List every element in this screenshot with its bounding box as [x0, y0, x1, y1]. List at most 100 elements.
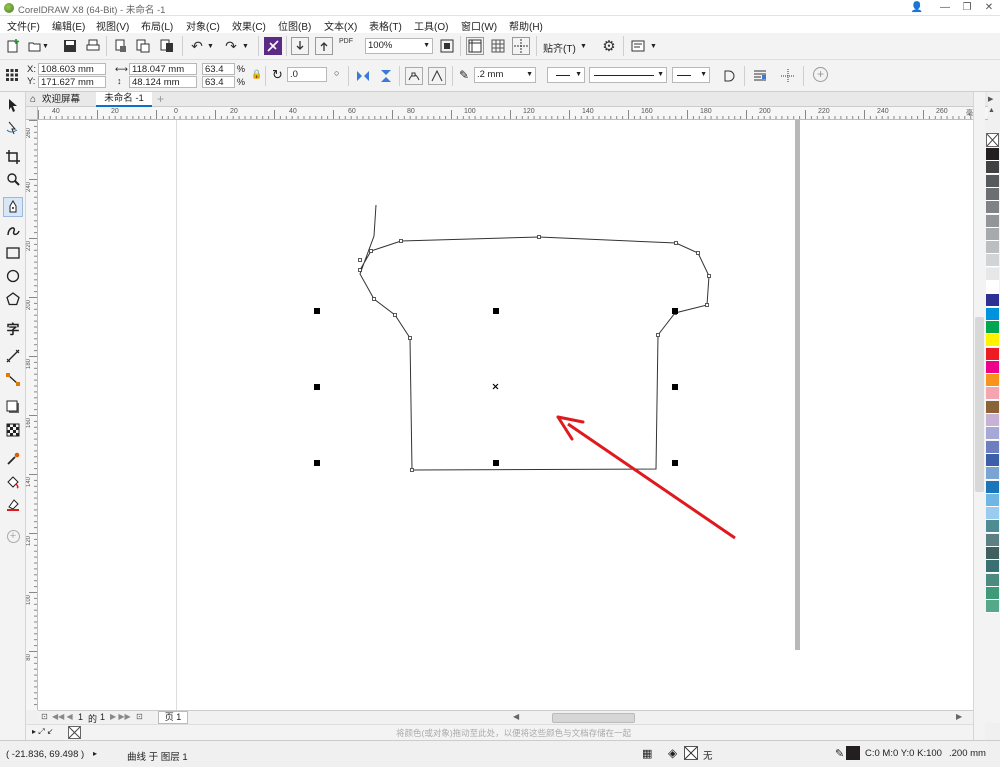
color-swatch[interactable]: [986, 533, 999, 547]
close-curve-icon[interactable]: [720, 67, 738, 85]
undo-dropdown-icon[interactable]: ▼: [207, 43, 214, 50]
start-arrowhead-selector[interactable]: ▼: [547, 67, 585, 83]
color-swatch[interactable]: [986, 467, 999, 481]
tab-welcome-screen[interactable]: ⌂ 欢迎屏幕: [28, 93, 94, 106]
crop-tool-icon[interactable]: [3, 147, 23, 167]
arrowhead-dropdown-icon[interactable]: ▼: [575, 69, 582, 80]
smart-fill-tool-icon[interactable]: [3, 495, 23, 515]
scale-x-field[interactable]: 63.4: [202, 63, 235, 75]
copy-icon[interactable]: [158, 37, 176, 55]
vertical-ruler[interactable]: 260 240 220 200 180 160 140 120 100 80: [26, 120, 38, 710]
palette-scroll-up-icon[interactable]: ▲: [988, 107, 995, 114]
snap-to-dropdown[interactable]: 贴齐(T): [543, 40, 576, 55]
add-tool-icon[interactable]: +: [3, 526, 23, 546]
open-dropdown-icon[interactable]: ▼: [42, 43, 49, 50]
curve-edit-icon[interactable]: [428, 67, 446, 85]
palette-menu-icon[interactable]: ▸ ⤢ ↙: [32, 727, 54, 737]
menu-file[interactable]: 文件(F): [7, 18, 40, 33]
account-icon[interactable]: 👤: [906, 0, 928, 16]
color-swatch[interactable]: [986, 507, 999, 521]
transparency-tool-icon[interactable]: [3, 420, 23, 440]
shape-tool-icon[interactable]: [3, 118, 23, 138]
fill-none-swatch-icon[interactable]: [684, 746, 698, 760]
add-document-tab-icon[interactable]: +: [157, 92, 169, 106]
scroll-right-icon[interactable]: ▶: [956, 712, 962, 721]
lock-ratio-icon[interactable]: 🔒: [251, 69, 262, 80]
menu-edit[interactable]: 编辑(E): [52, 18, 85, 33]
color-swatch[interactable]: [986, 414, 999, 427]
height-field[interactable]: 48.124 mm: [129, 76, 197, 88]
outline-color-swatch[interactable]: [846, 746, 860, 760]
menu-bitmaps[interactable]: 位图(B): [278, 18, 311, 33]
tab-document[interactable]: 未命名 -1: [96, 92, 152, 107]
menu-table[interactable]: 表格(T): [369, 18, 402, 33]
artistic-media-tool-icon[interactable]: [3, 220, 23, 240]
color-swatch[interactable]: [986, 294, 999, 308]
parallel-dimension-tool-icon[interactable]: [3, 346, 23, 366]
color-swatch[interactable]: [986, 560, 999, 574]
scale-y-field[interactable]: 63.4: [202, 76, 235, 88]
print-icon[interactable]: [84, 37, 102, 55]
color-swatch[interactable]: [986, 440, 999, 454]
horizontal-ruler[interactable]: 毫米 40 20 0 20 40 60 80 100 120 140 160 1…: [38, 107, 988, 120]
width-field[interactable]: 118.047 mm: [129, 63, 197, 75]
close-button[interactable]: ✕: [978, 0, 1000, 16]
freehand-tool-icon[interactable]: [3, 197, 23, 217]
color-swatch[interactable]: [986, 148, 999, 161]
color-swatch[interactable]: [986, 547, 999, 560]
eyedropper-tool-icon[interactable]: [3, 449, 23, 469]
menu-view[interactable]: 视图(V): [96, 18, 129, 33]
no-color-swatch-icon[interactable]: [986, 133, 999, 147]
color-swatch[interactable]: [986, 241, 999, 255]
end-arrowhead-selector[interactable]: ▼: [672, 67, 710, 83]
menu-layout[interactable]: 布局(L): [141, 18, 173, 33]
corel-connect-icon[interactable]: [264, 37, 282, 55]
rotation-field[interactable]: .0: [287, 67, 327, 82]
status-expand-icon[interactable]: ▸: [93, 749, 97, 758]
pick-tool-icon[interactable]: [3, 95, 23, 115]
add-tool-icon[interactable]: +: [813, 67, 828, 82]
drawing-canvas[interactable]: [38, 120, 973, 710]
rectangle-tool-icon[interactable]: [3, 243, 23, 263]
zoom-dropdown-icon[interactable]: ▼: [423, 39, 430, 53]
redo-icon[interactable]: ↷: [222, 37, 240, 55]
color-swatch[interactable]: [986, 427, 999, 441]
zoom-level-field[interactable]: 100% ▼: [365, 38, 433, 54]
color-swatch[interactable]: [986, 281, 999, 294]
palette-scroll-up-icon[interactable]: ▶: [988, 95, 993, 103]
quick-trace-icon[interactable]: [779, 67, 797, 85]
options-gear-icon[interactable]: ⚙: [600, 37, 618, 55]
color-swatch[interactable]: [986, 520, 999, 534]
minimize-button[interactable]: —: [934, 0, 956, 16]
menu-tools[interactable]: 工具(O): [414, 18, 448, 33]
connector-tool-icon[interactable]: [3, 369, 23, 389]
maximize-button[interactable]: ❐: [956, 0, 978, 16]
line-style-selector[interactable]: ▼: [589, 67, 667, 83]
scroll-left-icon[interactable]: ◀: [513, 712, 519, 721]
color-swatch[interactable]: [986, 161, 999, 175]
menu-window[interactable]: 窗口(W): [461, 18, 497, 33]
first-page-icon[interactable]: ⊡: [41, 712, 48, 721]
export-icon[interactable]: [134, 37, 152, 55]
color-swatch[interactable]: [986, 480, 999, 494]
text-tool-icon[interactable]: 字: [3, 318, 23, 338]
color-proof-icon[interactable]: ▦: [642, 747, 652, 760]
color-swatch[interactable]: [986, 334, 999, 348]
previous-page-icon[interactable]: ◀◀ ◀: [52, 712, 73, 721]
color-swatch[interactable]: [986, 267, 999, 281]
ruler-origin-corner[interactable]: [26, 107, 38, 120]
import-icon[interactable]: [112, 37, 130, 55]
polygon-tool-icon[interactable]: [3, 289, 23, 309]
color-swatch[interactable]: [986, 360, 999, 374]
interactive-fill-tool-icon[interactable]: [3, 472, 23, 492]
horizontal-scrollbar-thumb[interactable]: [552, 713, 635, 723]
color-swatch[interactable]: [986, 187, 999, 201]
color-swatch[interactable]: [986, 201, 999, 215]
save-icon[interactable]: [61, 37, 79, 55]
show-grid-icon[interactable]: [489, 37, 507, 55]
outline-dropdown-icon[interactable]: ▼: [526, 68, 533, 82]
outline-width-field[interactable]: .2 mm ▼: [474, 67, 536, 83]
undo-icon[interactable]: ↶: [188, 37, 206, 55]
color-swatch[interactable]: [986, 600, 999, 614]
color-swatch[interactable]: [986, 453, 999, 467]
